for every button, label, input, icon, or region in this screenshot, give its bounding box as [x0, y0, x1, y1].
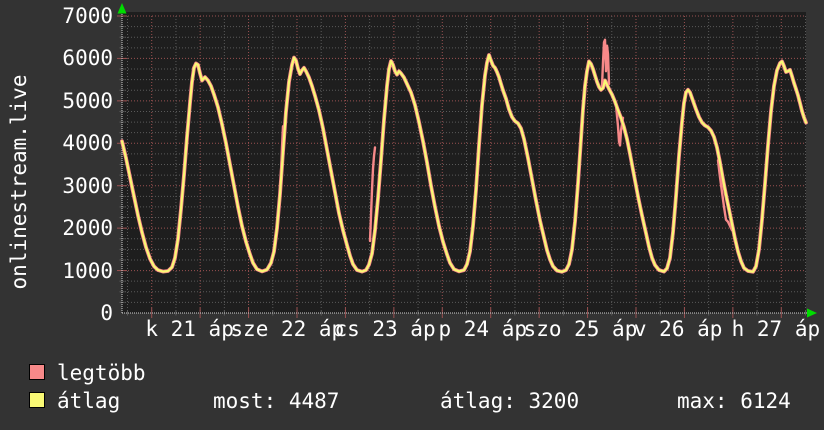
stat-max-value: 6124: [740, 389, 791, 413]
legend-swatch-avg: [29, 392, 45, 408]
y-axis-tick-label: 4000: [62, 131, 113, 156]
x-axis-day-label: szo 25 áp: [523, 317, 638, 341]
x-axis-day-label: sze 22 áp: [230, 317, 345, 341]
legend-swatch-max: [29, 364, 45, 380]
y-axis-tick-label: 2000: [62, 216, 113, 241]
x-axis-day-label: h 27 áp: [731, 317, 821, 341]
legend-label-avg: átlag: [57, 389, 121, 413]
stat-atlag: átlag: 3200: [440, 390, 579, 412]
stat-max: max: 6124: [677, 390, 791, 412]
y-axis-arrow-icon: [117, 3, 127, 14]
y-axis-tick-label: 5000: [62, 88, 113, 113]
y-axis-tick-label: 0: [100, 301, 113, 325]
stat-atlag-value: 3200: [528, 389, 580, 413]
stat-most-label: most:: [213, 389, 277, 413]
x-axis-day-label: p 24 áp: [438, 317, 527, 341]
chart-canvas: [117, 3, 817, 318]
rrd-graph: onlinestream.live 0 1000 2000 3000 4000 5000 6…: [0, 0, 824, 430]
y-axis-tick-label: 1000: [62, 258, 113, 283]
x-axis-day-label: cs 23 áp: [334, 317, 436, 341]
stat-most-value: 4487: [288, 389, 340, 413]
x-axis-day-label: k 21 áp: [145, 317, 234, 341]
y-axis-tick-label: 3000: [62, 173, 113, 198]
legend-label-max: legtöbb: [57, 361, 146, 385]
y-axis-tick-label: 6000: [62, 46, 113, 71]
y-axis-tick-label: 7000: [62, 4, 113, 28]
x-axis-day-label: v 26 áp: [633, 317, 723, 341]
stat-most: most: 4487: [213, 390, 339, 412]
stat-atlag-label: átlag:: [440, 389, 516, 413]
stat-max-label: max:: [677, 389, 728, 413]
